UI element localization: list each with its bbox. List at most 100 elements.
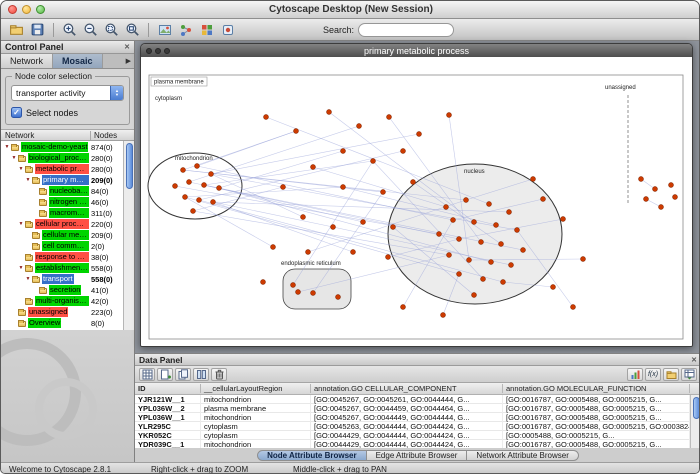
graph-node[interactable] [447,113,452,118]
graph-node[interactable] [195,164,200,169]
graph-node[interactable] [472,220,477,225]
graph-node[interactable] [644,197,649,202]
graph-node[interactable] [311,291,316,296]
zoom-fit-button[interactable] [123,20,142,39]
graph-edge[interactable] [219,151,343,188]
plugin-button[interactable] [218,20,237,39]
graph-node[interactable] [509,263,514,268]
graph-node[interactable] [361,220,366,225]
search-input[interactable] [358,23,454,37]
expander-icon[interactable]: ▼ [17,164,25,175]
zoom-in-button[interactable] [60,20,79,39]
graph-node[interactable] [357,124,362,129]
graph-node[interactable] [521,248,526,253]
tab-node-attribute-browser[interactable]: Node Attribute Browser [257,450,367,461]
tab-overflow-icon[interactable]: ▶ [123,54,134,68]
graph-node[interactable] [341,185,346,190]
graph-node[interactable] [371,159,376,164]
graph-node[interactable] [507,210,512,215]
graph-node[interactable] [479,240,484,245]
graph-node[interactable] [261,280,266,285]
formula-builder-button[interactable]: f(x) [645,368,661,381]
close-button[interactable] [8,5,17,14]
create-attribute-button[interactable] [157,368,173,381]
save-session-button[interactable] [28,20,47,39]
network-canvas-area[interactable]: plasma membranecytoplasmmitochondrionnuc… [141,57,692,346]
table-column-header[interactable]: ID [135,384,201,393]
graph-node[interactable] [341,149,346,154]
graph-node[interactable] [541,197,546,202]
tree-column-network[interactable]: Network [1,131,90,140]
graph-node[interactable] [211,200,216,205]
graph-node[interactable] [173,184,178,189]
copy-attribute-button[interactable] [175,368,191,381]
data-panel-close-icon[interactable]: ✕ [691,356,697,364]
graph-node[interactable] [487,202,492,207]
table-column-header[interactable]: annotation.GO CELLULAR_COMPONENT [311,384,503,393]
graph-node[interactable] [501,280,506,285]
graph-node[interactable] [381,190,386,195]
graph-node[interactable] [391,225,396,230]
graph-node[interactable] [472,293,477,298]
network-canvas[interactable]: plasma membranecytoplasmmitochondrionnuc… [141,57,692,346]
graph-node[interactable] [673,195,678,200]
zoom-window-button[interactable] [36,5,45,14]
inner-minimize-button[interactable] [155,48,161,54]
minimize-button[interactable] [22,5,31,14]
graph-node[interactable] [181,168,186,173]
graph-node[interactable] [191,209,196,214]
graph-node[interactable] [387,115,392,120]
graph-node[interactable] [264,115,269,120]
graph-node[interactable] [281,185,286,190]
graph-node[interactable] [209,172,214,177]
zoom-out-button[interactable] [81,20,100,39]
graph-node[interactable] [291,283,296,288]
modify-attribute-button[interactable] [193,368,209,381]
inner-close-button[interactable] [146,48,152,54]
graph-node[interactable] [659,205,664,210]
table-scrollbar[interactable] [690,395,700,448]
graph-node[interactable] [561,217,566,222]
tree-column-nodes[interactable]: Nodes [90,131,134,140]
graph-node[interactable] [639,177,644,182]
select-nodes-checkbox[interactable]: ✓ [11,107,22,118]
graph-node[interactable] [197,198,202,203]
delete-attribute-button[interactable] [211,368,227,381]
graph-node[interactable] [217,186,222,191]
graph-node[interactable] [187,180,192,185]
tree-scrollbar[interactable] [123,141,134,330]
open-attribute-file-button[interactable] [663,368,679,381]
graph-node[interactable] [467,258,472,263]
tree-row[interactable]: Overview8(0) [1,318,123,329]
graph-node[interactable] [457,237,462,242]
graph-node[interactable] [351,250,356,255]
graph-node[interactable] [457,272,462,277]
graph-node[interactable] [551,285,556,290]
graph-node[interactable] [444,205,449,210]
table-scrollbar-thumb[interactable] [693,397,700,419]
graph-node[interactable] [494,223,499,228]
graph-node[interactable] [306,250,311,255]
graph-node[interactable] [183,195,188,200]
tree-scrollbar-thumb[interactable] [126,143,133,189]
graph-node[interactable] [411,180,416,185]
graph-node[interactable] [271,245,276,250]
graph-node[interactable] [464,198,469,203]
graph-node[interactable] [489,260,494,265]
expander-icon[interactable]: ▼ [17,263,25,274]
graph-node[interactable] [401,149,406,154]
select-attributes-button[interactable] [139,368,155,381]
graph-node[interactable] [202,183,207,188]
graph-node[interactable] [296,290,301,295]
graph-node[interactable] [386,255,391,260]
vizmapper-button[interactable] [197,20,216,39]
network-view-titlebar[interactable]: primary metabolic process [141,44,692,57]
graph-node[interactable] [441,313,446,318]
control-panel-close-icon[interactable]: ✕ [124,43,130,51]
node-color-dropdown[interactable]: transporter activity ▲▼ [11,85,124,101]
tab-network[interactable]: Network [1,54,53,68]
graph-node[interactable] [437,232,442,237]
graph-node[interactable] [571,305,576,310]
graph-node[interactable] [301,215,306,220]
annotation-button[interactable] [155,20,174,39]
